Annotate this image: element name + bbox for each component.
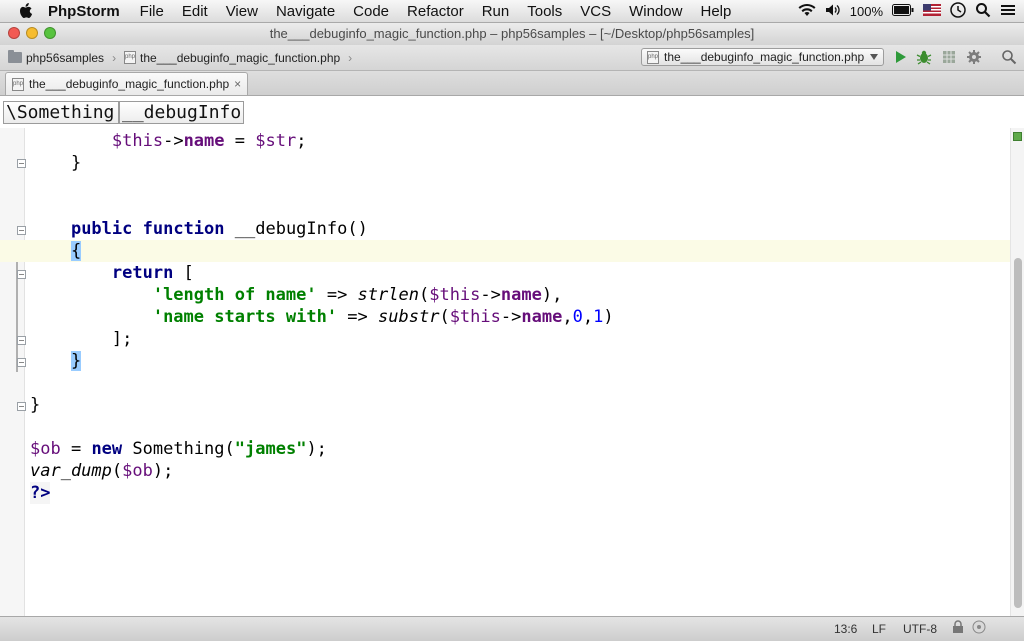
menu-extras: 100% xyxy=(798,0,1016,22)
editor-tab-bar: php the___debuginfo_magic_function.php × xyxy=(0,71,1024,96)
structure-breadcrumb: \Something __debugInfo xyxy=(0,96,1024,128)
status-bar: 13:6 LF UTF-8 xyxy=(0,616,1024,641)
code-line: } xyxy=(0,152,1010,174)
code-text: ]; xyxy=(30,329,133,349)
breadcrumb-class[interactable]: \Something xyxy=(3,101,119,124)
clock-icon[interactable] xyxy=(950,1,966,21)
breadcrumb-project[interactable]: php56samples › xyxy=(8,49,116,66)
list-icon[interactable] xyxy=(1000,3,1016,20)
code-line: ?> xyxy=(0,482,1010,504)
code-line: ]; xyxy=(0,328,1010,350)
editor-tab-label: the___debuginfo_magic_function.php xyxy=(29,77,230,91)
volume-icon[interactable] xyxy=(825,3,841,20)
php-close-tag: ?> xyxy=(30,482,51,504)
file-encoding[interactable]: UTF-8 xyxy=(903,622,937,636)
coverage-icon[interactable] xyxy=(941,49,957,65)
php-file-icon: php xyxy=(12,77,24,91)
php-file-icon: php xyxy=(124,51,136,64)
code-text: } xyxy=(30,395,41,415)
menu-navigate[interactable]: Navigate xyxy=(276,3,335,20)
zoom-window-button[interactable] xyxy=(44,27,56,39)
code-line: 'name starts with' => substr($this->name… xyxy=(0,306,1010,328)
menu-window[interactable]: Window xyxy=(629,3,682,20)
wifi-icon[interactable] xyxy=(798,3,816,20)
code-line: return [ xyxy=(0,262,1010,284)
code-text: $ob = new Something("james"); xyxy=(30,439,327,459)
navigation-bar: php56samples › php the___debuginfo_magic… xyxy=(0,45,1024,71)
code-line: 'length of name' => strlen($this->name), xyxy=(0,284,1010,306)
menu-run[interactable]: Run xyxy=(482,3,510,20)
code-text: public function __debugInfo() xyxy=(70,219,368,239)
window-controls xyxy=(8,27,56,39)
code-text: $this->name = $str; xyxy=(111,131,307,151)
breadcrumb-file[interactable]: php the___debuginfo_magic_function.php › xyxy=(124,49,352,66)
search-everywhere-icon[interactable] xyxy=(1001,49,1017,65)
code-text: } xyxy=(70,351,82,371)
folder-icon xyxy=(8,50,22,63)
code-line: } xyxy=(0,350,1010,372)
line-separator[interactable]: LF xyxy=(872,622,886,636)
editor-gutter xyxy=(0,128,25,616)
code-line: $ob = new Something("james"); xyxy=(0,438,1010,460)
menu-vcs[interactable]: VCS xyxy=(580,3,611,20)
apple-icon[interactable] xyxy=(18,2,34,20)
run-icon[interactable] xyxy=(892,49,908,65)
menu-refactor[interactable]: Refactor xyxy=(407,3,464,20)
code-line-current: { xyxy=(0,240,1010,262)
debug-icon[interactable] xyxy=(916,49,932,65)
chevron-right-icon: › xyxy=(112,50,117,65)
chevron-down-icon xyxy=(870,54,878,60)
settings-icon[interactable] xyxy=(966,49,982,65)
run-configuration-label: the___debuginfo_magic_function.php xyxy=(664,50,865,64)
code-line: public function __debugInfo() xyxy=(0,218,1010,240)
lock-icon[interactable] xyxy=(952,620,964,637)
php-file-icon: php xyxy=(647,50,659,64)
menu-help[interactable]: Help xyxy=(700,3,731,20)
breadcrumb-project-label: php56samples xyxy=(26,50,105,65)
battery-icon[interactable] xyxy=(892,3,914,19)
code-text: 'name starts with' => substr($this->name… xyxy=(152,307,614,327)
mac-menu-bar: PhpStorm File Edit View Navigate Code Re… xyxy=(0,0,1024,23)
close-window-button[interactable] xyxy=(8,27,20,39)
window-title-bar: the___debuginfo_magic_function.php – php… xyxy=(0,23,1024,45)
breadcrumb-method[interactable]: __debugInfo xyxy=(119,101,244,124)
code-line: var_dump($ob); xyxy=(0,460,1010,482)
editor-tab[interactable]: php the___debuginfo_magic_function.php × xyxy=(5,72,248,95)
code-text: } xyxy=(30,153,82,173)
menu-tools[interactable]: Tools xyxy=(527,3,562,20)
code-text: var_dump($ob); xyxy=(30,461,174,481)
scrollbar-thumb[interactable] xyxy=(1014,258,1022,608)
breadcrumb-file-label: the___debuginfo_magic_function.php xyxy=(140,50,341,65)
code-text: return [ xyxy=(111,263,194,283)
run-configuration-select[interactable]: php the___debuginfo_magic_function.php xyxy=(641,48,884,66)
menu-code[interactable]: Code xyxy=(353,3,389,20)
chevron-right-icon: › xyxy=(348,50,353,65)
inspector-icon[interactable] xyxy=(972,620,986,637)
inspection-ok-icon[interactable] xyxy=(1013,132,1022,141)
spotlight-icon[interactable] xyxy=(975,2,991,21)
caret-position[interactable]: 13:6 xyxy=(834,622,857,636)
menu-view[interactable]: View xyxy=(226,3,258,20)
code-editor[interactable]: $this->name = $str; } public function __… xyxy=(0,128,1024,616)
window-title: the___debuginfo_magic_function.php – php… xyxy=(269,26,755,41)
battery-percent: 100% xyxy=(849,3,883,19)
close-tab-icon[interactable]: × xyxy=(234,77,241,91)
minimize-window-button[interactable] xyxy=(26,27,38,39)
flag-icon[interactable] xyxy=(923,3,941,19)
code-text: { xyxy=(70,241,82,261)
menu-file[interactable]: File xyxy=(140,3,164,20)
code-text: 'length of name' => strlen($this->name), xyxy=(152,285,563,305)
code-line: $this->name = $str; xyxy=(0,130,1010,152)
menu-edit[interactable]: Edit xyxy=(182,3,208,20)
app-name-menu[interactable]: PhpStorm xyxy=(48,3,120,20)
code-line: } xyxy=(0,394,1010,416)
